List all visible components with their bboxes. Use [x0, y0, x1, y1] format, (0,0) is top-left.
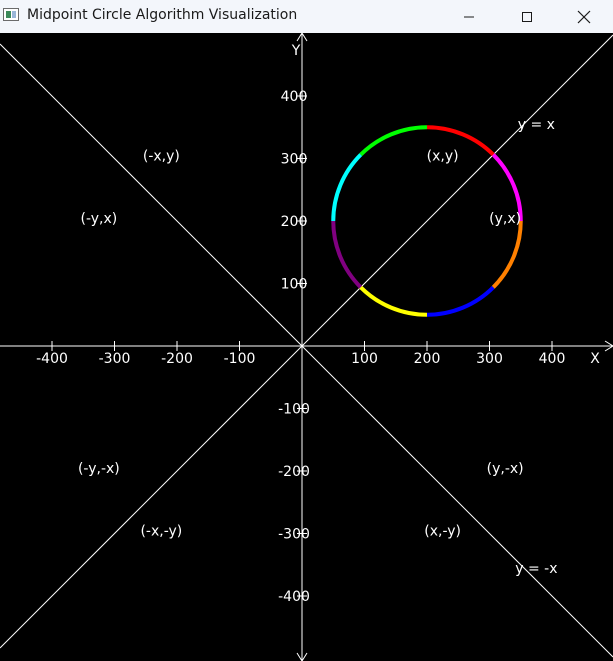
- x-tick-label: 400: [539, 351, 566, 367]
- circle-arc-octant-5: [359, 285, 428, 317]
- y-tick-label: -400: [278, 589, 310, 605]
- octant-label-y-negx: (y,-x): [487, 461, 524, 477]
- y-tick-label: 400: [281, 89, 308, 105]
- octant-label-x-negy: (x,-y): [424, 523, 461, 539]
- x-tick-label: -300: [99, 351, 131, 367]
- app-window-icon: [3, 8, 19, 21]
- circle-arc-octant-6: [426, 285, 495, 317]
- x-axis-label: X: [590, 351, 600, 367]
- close-icon: [577, 10, 591, 23]
- y-axis-label: Y: [291, 43, 301, 59]
- app-window: Midpoint Circle Algorithm Visualization …: [0, 0, 613, 661]
- circle-arc-octant-7: [491, 220, 523, 289]
- y-tick-label: -100: [278, 402, 310, 418]
- octant-label-negy-negx: (-y,-x): [78, 461, 120, 477]
- y-tick-label: -200: [278, 464, 310, 480]
- octant-label-negx-negy: (-x,-y): [140, 523, 182, 539]
- window-title: Midpoint Circle Algorithm Visualization: [27, 7, 298, 23]
- octant-label-y-x: (y,x): [489, 211, 521, 227]
- circle-arc-octant-3: [331, 153, 363, 222]
- diagonal-y-equals-x-label: y = x: [518, 117, 555, 133]
- y-tick-label: 100: [281, 277, 308, 293]
- plot-svg: X Y -400 -300 -200 -100 100 200 300 400 400 300 200 1…: [0, 33, 613, 661]
- x-tick-label: 200: [414, 351, 441, 367]
- minimize-button[interactable]: [440, 0, 498, 33]
- title-bar[interactable]: Midpoint Circle Algorithm Visualization: [0, 0, 613, 33]
- octant-label-negx-y: (-x,y): [143, 148, 180, 164]
- x-tick-label: -200: [161, 351, 193, 367]
- octant-label-x-y: (x,y): [427, 148, 459, 164]
- y-tick-label: 300: [281, 152, 308, 168]
- y-tick-label: 200: [281, 214, 308, 230]
- diagonal-y-equals-neg-x-label: y = -x: [515, 561, 557, 577]
- x-tick-label: -400: [36, 351, 68, 367]
- circle-arc-octant-2: [359, 125, 428, 157]
- x-tick-label: 100: [351, 351, 378, 367]
- maximize-icon: [522, 11, 532, 22]
- minimize-icon: [464, 16, 474, 17]
- x-tick-label: 300: [476, 351, 503, 367]
- octant-label-negy-x: (-y,x): [81, 211, 118, 227]
- maximize-button[interactable]: [498, 0, 556, 33]
- y-tick-label: -300: [278, 527, 310, 543]
- plot-canvas: X Y -400 -300 -200 -100 100 200 300 400 400 300 200 1…: [0, 33, 613, 661]
- close-button[interactable]: [555, 0, 613, 33]
- x-tick-label: -100: [224, 351, 256, 367]
- circle-arc-octant-4: [331, 220, 363, 289]
